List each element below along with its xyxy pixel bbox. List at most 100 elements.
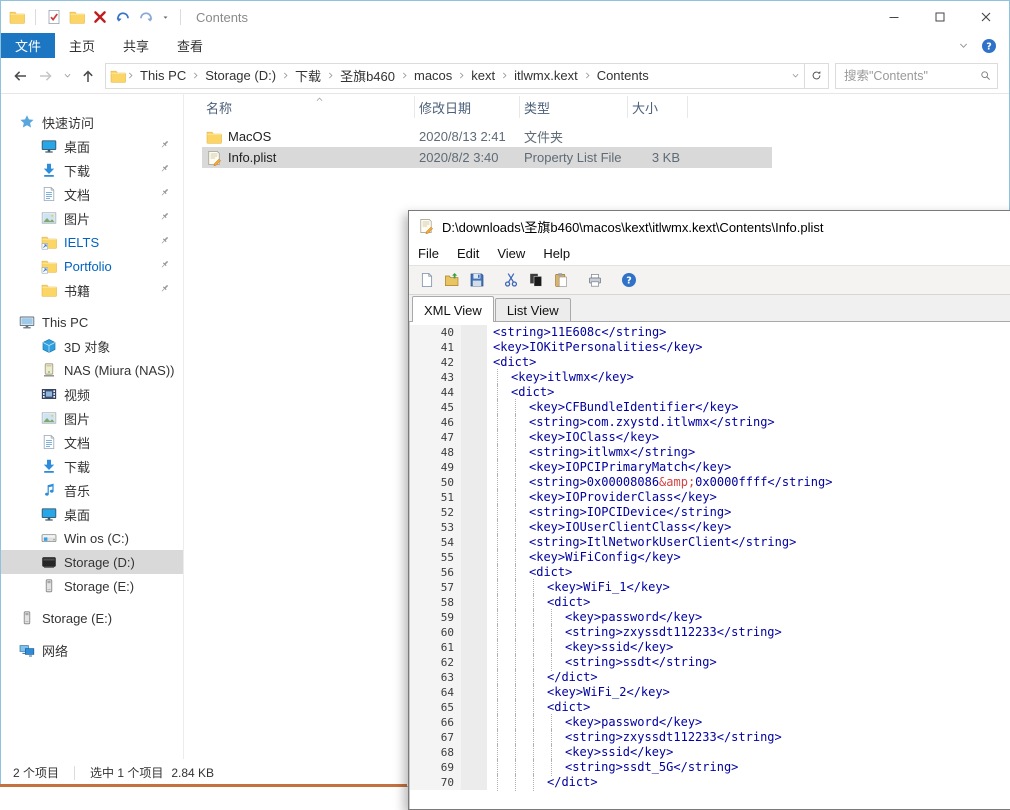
- fold-margin: [461, 610, 487, 625]
- sidebar-item-桌面[interactable]: 桌面: [1, 134, 183, 158]
- code-line: 56<dict>: [410, 565, 1010, 580]
- search-input[interactable]: [842, 68, 980, 84]
- forward-button[interactable]: [33, 63, 59, 89]
- toolbar-open-button[interactable]: [439, 269, 464, 292]
- search-box[interactable]: [835, 63, 998, 89]
- column-header-修改日期[interactable]: 修改日期: [415, 96, 520, 118]
- sidebar-item-桌面[interactable]: 桌面: [1, 502, 183, 526]
- breadcrumb-item[interactable]: kext: [466, 68, 500, 83]
- ribbon-tab-文件[interactable]: 文件: [1, 33, 55, 58]
- xml-text: <string>zxyssdt112233</string>: [565, 730, 782, 744]
- redo-icon[interactable]: [138, 9, 154, 25]
- folder-icon[interactable]: [69, 9, 85, 25]
- code-line: 64<key>WiFi_2</key>: [410, 685, 1010, 700]
- ribbon-help-icon[interactable]: [981, 38, 997, 54]
- sidebar-item-Storage (E:)[interactable]: Storage (E:): [1, 574, 183, 598]
- menu-File[interactable]: File: [409, 243, 448, 264]
- ribbon-tab-主页[interactable]: 主页: [55, 33, 109, 58]
- back-button[interactable]: [7, 63, 33, 89]
- toolbar-help-button[interactable]: [616, 269, 641, 292]
- menu-View[interactable]: View: [488, 243, 534, 264]
- sidebar-item-书籍[interactable]: 书籍: [1, 278, 183, 302]
- line-number: 67: [410, 730, 461, 745]
- column-header-大小[interactable]: 大小: [628, 96, 688, 118]
- close-button[interactable]: [963, 1, 1009, 33]
- menu-Edit[interactable]: Edit: [448, 243, 488, 264]
- breadcrumb-item[interactable]: 下载: [290, 66, 326, 85]
- toolbar-print-button[interactable]: [582, 269, 607, 292]
- breadcrumb-item[interactable]: This PC: [135, 68, 191, 83]
- line-number: 42: [410, 355, 461, 370]
- breadcrumb-item[interactable]: Storage (D:): [200, 68, 281, 83]
- fold-margin: [461, 745, 487, 760]
- sidebar-item-This PC[interactable]: This PC: [1, 310, 183, 334]
- cube-icon: [41, 338, 57, 354]
- sidebar-item-文档[interactable]: 文档: [1, 430, 183, 454]
- breadcrumb-item[interactable]: macos: [409, 68, 457, 83]
- toolbar-copy-button[interactable]: [523, 269, 548, 292]
- undo-icon[interactable]: [115, 9, 131, 25]
- code-line: 48<string>itlwmx</string>: [410, 445, 1010, 460]
- up-button[interactable]: [75, 63, 101, 89]
- sidebar-item-音乐[interactable]: 音乐: [1, 478, 183, 502]
- fold-margin: [461, 340, 487, 355]
- sidebar-item-Win os (C:)[interactable]: Win os (C:): [1, 526, 183, 550]
- address-field[interactable]: This PC Storage (D:) 下载圣旗b460 macos kext itlw…: [105, 63, 805, 89]
- code-line: 70</dict>: [410, 775, 1010, 790]
- breadcrumb-item[interactable]: 圣旗b460: [335, 66, 400, 85]
- sidebar-item-网络[interactable]: 网络: [1, 638, 183, 662]
- sidebar-item-文档[interactable]: 文档: [1, 182, 183, 206]
- caret-down-icon[interactable]: [161, 13, 170, 22]
- address-dropdown-icon[interactable]: [791, 71, 800, 80]
- column-header-名称[interactable]: 名称: [202, 96, 415, 118]
- breadcrumb-item[interactable]: itlwmx.kext: [509, 68, 583, 83]
- xml-text: <key>IOProviderClass</key>: [529, 490, 717, 504]
- star-icon: [19, 114, 35, 130]
- file-row-Info.plist[interactable]: Info.plist 2020/8/2 3:40 Property List F…: [202, 147, 772, 168]
- ribbon-tab-查看[interactable]: 查看: [163, 33, 217, 58]
- fold-margin: [461, 550, 487, 565]
- refresh-button[interactable]: [805, 63, 829, 89]
- sidebar-item-图片[interactable]: 图片: [1, 206, 183, 230]
- fold-margin: [461, 625, 487, 640]
- breadcrumb-item[interactable]: Contents: [592, 68, 654, 83]
- sidebar-item-Storage (E:)[interactable]: Storage (E:): [1, 606, 183, 630]
- page-check-icon[interactable]: [46, 9, 62, 25]
- toolbar-save-button[interactable]: [464, 269, 489, 292]
- sidebar-item-图片[interactable]: 图片: [1, 406, 183, 430]
- editor-tab-XML View[interactable]: XML View: [412, 296, 494, 322]
- sidebar-item-3D 对象[interactable]: 3D 对象: [1, 334, 183, 358]
- history-dropdown[interactable]: [59, 71, 75, 80]
- sidebar-item-Portfolio[interactable]: Portfolio: [1, 254, 183, 278]
- minimize-button[interactable]: [871, 1, 917, 33]
- ribbon-tab-共享[interactable]: 共享: [109, 33, 163, 58]
- indent-guide: [497, 774, 498, 791]
- file-row-MacOS[interactable]: MacOS 2020/8/13 2:41 文件夹: [202, 126, 772, 147]
- search-icon[interactable]: [980, 70, 991, 81]
- sidebar-item-下载[interactable]: 下载: [1, 454, 183, 478]
- sidebar-item-IELTS[interactable]: IELTS: [1, 230, 183, 254]
- ribbon-collapse-chevron-icon[interactable]: [958, 40, 969, 51]
- folder-icon[interactable]: [9, 9, 25, 25]
- editor-tab-List View[interactable]: List View: [495, 298, 571, 322]
- toolbar-new-doc-button[interactable]: [414, 269, 439, 292]
- xml-text: <string>ssdt</string>: [565, 655, 717, 669]
- line-number: 64: [410, 685, 461, 700]
- fold-margin: [461, 655, 487, 670]
- line-number: 70: [410, 775, 461, 790]
- toolbar-cut-button[interactable]: [498, 269, 523, 292]
- sidebar-item-视频[interactable]: 视频: [1, 382, 183, 406]
- column-header-类型[interactable]: 类型: [520, 96, 628, 118]
- delete-x-icon[interactable]: [92, 9, 108, 25]
- menu-Help[interactable]: Help: [534, 243, 579, 264]
- code-line: 67 <string>zxyssdt112233</string>: [410, 730, 1010, 745]
- sort-ascending-icon[interactable]: [315, 93, 324, 106]
- toolbar-paste-button[interactable]: [548, 269, 573, 292]
- sidebar-item-Storage (D:)[interactable]: Storage (D:): [1, 550, 183, 574]
- sidebar-item-快速访问[interactable]: 快速访问: [1, 110, 183, 134]
- sidebar-item-下载[interactable]: 下载: [1, 158, 183, 182]
- xml-code-view[interactable]: 40<string>11E608c</string>41<key>IOKitPe…: [409, 322, 1010, 809]
- code-line: 45<key>CFBundleIdentifier</key>: [410, 400, 1010, 415]
- maximize-button[interactable]: [917, 1, 963, 33]
- sidebar-item-NAS (Miura (NAS))[interactable]: NAS (Miura (NAS)): [1, 358, 183, 382]
